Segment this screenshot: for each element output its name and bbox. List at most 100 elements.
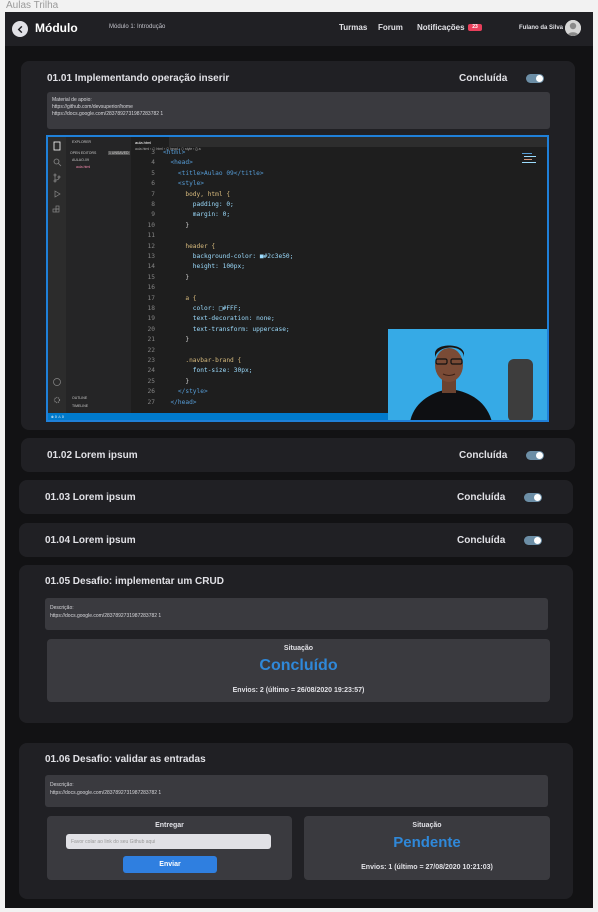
deliver-label: Entregar bbox=[155, 822, 184, 829]
challenge-title[interactable]: 01.05 Desafio: implementar um CRUD bbox=[45, 576, 224, 587]
code-line: color: □#FFF; bbox=[163, 305, 242, 312]
code-line: font-size: 30px; bbox=[163, 367, 253, 375]
description-label: Descrição: bbox=[50, 782, 74, 788]
unsaved-badge: 1 UNSAVED bbox=[108, 151, 130, 155]
situation-value: Concluído bbox=[259, 657, 338, 674]
extensions-icon bbox=[52, 205, 60, 213]
submissions-count: Envios: 2 (último = 26/08/2020 19:23:57) bbox=[232, 687, 365, 694]
lesson-title[interactable]: 01.04 Lorem ipsum bbox=[45, 535, 136, 546]
nav-turmas[interactable]: Turmas bbox=[339, 23, 367, 32]
debug-icon bbox=[54, 190, 61, 198]
github-link-input[interactable] bbox=[66, 834, 271, 849]
activity-bar bbox=[48, 137, 66, 413]
challenge-card: 01.06 Desafio: validar as entradas Descr… bbox=[19, 743, 573, 899]
line-number: 20 bbox=[147, 325, 155, 333]
send-button[interactable]: Enviar bbox=[123, 856, 217, 873]
video-player[interactable]: EXPLORER OPEN EDITORS 1 UNSAVED AULAO-09… bbox=[46, 135, 549, 422]
source-control-icon bbox=[53, 173, 61, 183]
lesson-card: 01.03 Lorem ipsum Concluída bbox=[19, 480, 573, 514]
code-line: } bbox=[163, 377, 190, 385]
back-button[interactable] bbox=[12, 21, 28, 37]
line-number: 24 bbox=[147, 367, 155, 375]
line-number: 22 bbox=[147, 346, 155, 354]
line-number: 19 bbox=[147, 315, 155, 323]
code-line: } bbox=[163, 273, 190, 281]
lesson-status: Concluída bbox=[459, 450, 508, 461]
chevron-left-icon bbox=[17, 25, 22, 33]
support-link[interactable]: https://docs.google.com/2837892731987283… bbox=[52, 111, 163, 117]
description-link[interactable]: https://docs.google.com/2837892731987283… bbox=[50, 790, 161, 796]
code-line: </head> bbox=[163, 398, 197, 406]
line-number: 15 bbox=[147, 273, 155, 281]
page-title: Módulo bbox=[35, 21, 78, 35]
challenge-title[interactable]: 01.06 Desafio: validar as entradas bbox=[45, 754, 206, 765]
code-line: padding: 0; bbox=[163, 201, 234, 208]
deliver-panel: Entregar Enviar bbox=[47, 816, 292, 880]
support-link[interactable]: https://github.com/devsuperior/home bbox=[52, 104, 133, 110]
explorer-title: EXPLORER bbox=[72, 140, 92, 144]
line-number: 14 bbox=[147, 263, 155, 271]
nav-notifications[interactable]: Notificações bbox=[417, 23, 465, 32]
nav-forum[interactable]: Forum bbox=[378, 23, 403, 32]
gear-icon bbox=[53, 396, 61, 404]
support-label: Material de apoio: bbox=[52, 97, 92, 103]
timeline-section: TIMELINE bbox=[72, 404, 89, 408]
line-number: 8 bbox=[151, 201, 155, 208]
editor-tabs: aula.html bbox=[131, 137, 547, 147]
lesson-title[interactable]: 01.01 Implementando operação inserir bbox=[47, 73, 229, 84]
description-box: Descrição: https://docs.google.com/28378… bbox=[45, 598, 548, 630]
code-line: <style> bbox=[163, 180, 204, 188]
lesson-status: Concluída bbox=[457, 535, 506, 546]
lesson-status: Concluída bbox=[459, 73, 508, 84]
outline-section: OUTLINE bbox=[72, 396, 88, 400]
line-number: 9 bbox=[151, 211, 155, 219]
files-icon bbox=[53, 141, 61, 151]
completion-toggle[interactable] bbox=[524, 536, 542, 545]
line-number: 6 bbox=[151, 180, 155, 188]
line-number: 16 bbox=[147, 284, 155, 292]
line-number: 17 bbox=[147, 294, 155, 302]
code-line: <html> bbox=[163, 149, 186, 156]
situation-label: Situação bbox=[412, 822, 442, 829]
code-line: <head> bbox=[163, 159, 193, 167]
search-icon bbox=[53, 158, 62, 167]
video-frame-editor: EXPLORER OPEN EDITORS 1 UNSAVED AULAO-09… bbox=[48, 137, 547, 420]
code-line: } bbox=[163, 221, 190, 229]
notification-badge: 23 bbox=[468, 24, 482, 31]
code-line: height: 100px; bbox=[163, 263, 245, 271]
code-line: .navbar-brand { bbox=[163, 357, 242, 364]
line-number: 26 bbox=[147, 388, 155, 396]
file-item: aula.html bbox=[76, 165, 91, 169]
completion-toggle[interactable] bbox=[524, 493, 542, 502]
breadcrumb[interactable]: Módulo 1: Introdução bbox=[109, 24, 165, 30]
line-number: 4 bbox=[151, 159, 155, 167]
line-number: 13 bbox=[147, 253, 155, 260]
code-line: margin: 0; bbox=[163, 211, 231, 219]
completion-toggle[interactable] bbox=[526, 74, 544, 83]
line-number: 5 bbox=[151, 169, 155, 177]
code-line: a { bbox=[163, 294, 197, 302]
lesson-card: 01.04 Lorem ipsum Concluída bbox=[19, 523, 573, 557]
code-line: <title>Aulao 09</title> bbox=[163, 169, 264, 177]
avatar[interactable] bbox=[565, 20, 581, 36]
description-link[interactable]: https://docs.google.com/2837892731987283… bbox=[50, 613, 161, 619]
completion-toggle[interactable] bbox=[526, 451, 544, 460]
line-number: 25 bbox=[147, 377, 155, 385]
support-material-box: Material de apoio: https://github.com/de… bbox=[47, 92, 550, 129]
code-line: text-transform: uppercase; bbox=[163, 325, 290, 333]
line-number: 7 bbox=[151, 190, 155, 198]
folder-name: AULAO-09 bbox=[72, 158, 89, 162]
user-name[interactable]: Fulano da Silva bbox=[519, 25, 563, 31]
line-number: 10 bbox=[147, 221, 155, 229]
code-line: body, html { bbox=[163, 190, 231, 198]
lesson-title[interactable]: 01.02 Lorem ipsum bbox=[47, 450, 138, 461]
code-line: header { bbox=[163, 242, 216, 250]
situation-label: Situação bbox=[283, 645, 314, 652]
submissions-count: Envios: 1 (último = 27/08/2020 10:21:03) bbox=[361, 864, 493, 871]
presenter-image bbox=[388, 329, 547, 420]
line-number: 18 bbox=[147, 305, 155, 312]
description-label: Descrição: bbox=[50, 605, 74, 611]
challenge-card: 01.05 Desafio: implementar um CRUD Descr… bbox=[19, 565, 573, 723]
lesson-title[interactable]: 01.03 Lorem ipsum bbox=[45, 492, 136, 503]
code-line: </style> bbox=[163, 388, 208, 396]
